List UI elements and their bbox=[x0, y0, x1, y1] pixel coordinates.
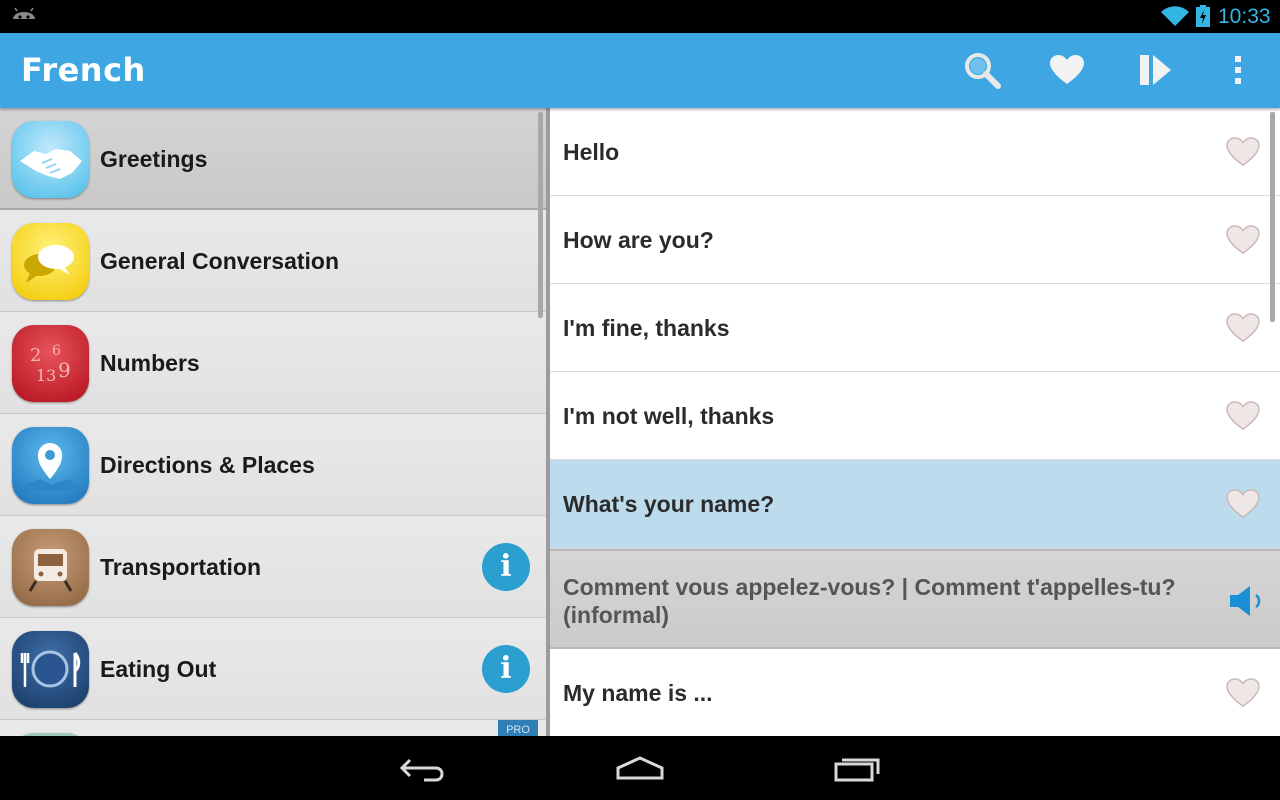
favorites-button[interactable] bbox=[1045, 48, 1089, 92]
phrase-text: I'm not well, thanks bbox=[563, 403, 775, 429]
favorite-heart-icon[interactable] bbox=[1226, 225, 1260, 255]
phrase-text: My name is ... bbox=[563, 680, 713, 706]
category-item-eating-out[interactable]: Eating Out i bbox=[0, 618, 548, 720]
favorite-heart-icon[interactable] bbox=[1226, 401, 1260, 431]
category-label: Transportation bbox=[100, 554, 262, 580]
favorites-heart-icon bbox=[1050, 55, 1084, 84]
category-label: General Conversation bbox=[100, 248, 340, 274]
translation-text: Comment vous appelez-vous? | Comment t'a… bbox=[563, 574, 1176, 628]
category-item-general-conversation[interactable]: General Conversation bbox=[0, 210, 548, 312]
app-title: French bbox=[21, 51, 146, 89]
train-icon bbox=[12, 529, 89, 606]
phrase-text: Hello bbox=[563, 139, 620, 165]
category-label: Greetings bbox=[100, 146, 208, 172]
speech-bubbles-icon bbox=[12, 223, 89, 300]
category-label: Directions & Places bbox=[100, 452, 315, 478]
favorite-heart-icon[interactable] bbox=[1226, 489, 1260, 519]
phrase-text: How are you? bbox=[563, 227, 714, 253]
android-icon bbox=[13, 7, 35, 26]
translation-panel[interactable]: Comment vous appelez-vous? | Comment t'a… bbox=[550, 549, 1280, 649]
category-list: Greetings General Conversation 2 6 13 9 … bbox=[0, 108, 548, 736]
info-button[interactable]: i bbox=[482, 645, 530, 693]
favorite-heart-icon[interactable] bbox=[1226, 313, 1260, 343]
search-button[interactable] bbox=[960, 48, 1004, 92]
svg-text:6: 6 bbox=[52, 343, 61, 359]
wifi-icon bbox=[1161, 6, 1189, 27]
category-label: Numbers bbox=[100, 350, 200, 376]
status-time: 10:33 bbox=[1218, 5, 1271, 28]
system-nav-bar bbox=[0, 736, 1280, 800]
phrase-scrollbar[interactable] bbox=[1270, 112, 1275, 322]
phrase-text: I'm fine, thanks bbox=[563, 315, 730, 341]
back-icon[interactable] bbox=[394, 750, 454, 786]
category-scrollbar[interactable] bbox=[538, 112, 543, 318]
svg-text:13: 13 bbox=[36, 366, 56, 385]
numbers-icon: 2 6 13 9 bbox=[12, 325, 89, 402]
battery-icon bbox=[1196, 5, 1210, 27]
search-icon bbox=[965, 53, 1001, 89]
category-item-partial[interactable] bbox=[0, 720, 548, 736]
map-pin-icon bbox=[12, 427, 89, 504]
phrase-item[interactable]: My name is ... bbox=[550, 649, 1280, 736]
category-item-directions-places[interactable]: Directions & Places bbox=[0, 414, 548, 516]
phrase-item[interactable]: I'm fine, thanks bbox=[550, 284, 1280, 372]
play-icon bbox=[1140, 55, 1171, 85]
action-bar: French bbox=[0, 33, 1280, 108]
category-item-numbers[interactable]: 2 6 13 9 Numbers bbox=[0, 312, 548, 414]
recent-apps-icon[interactable] bbox=[828, 750, 888, 786]
phrase-item[interactable]: Hello bbox=[550, 108, 1280, 196]
home-icon[interactable] bbox=[610, 750, 670, 786]
phrase-list: Hello How are you? I'm fine, thanks I'm … bbox=[550, 108, 1280, 736]
overflow-menu-icon bbox=[1235, 56, 1241, 84]
phrase-item[interactable]: I'm not well, thanks bbox=[550, 372, 1280, 460]
pro-badge[interactable]: PRO bbox=[498, 720, 538, 736]
phrase-text: What's your name? bbox=[563, 491, 775, 517]
favorite-heart-icon[interactable] bbox=[1226, 137, 1260, 167]
phrase-item[interactable]: How are you? bbox=[550, 196, 1280, 284]
category-label: Eating Out bbox=[100, 656, 217, 682]
favorite-heart-icon[interactable] bbox=[1226, 678, 1260, 708]
category-item-transportation[interactable]: Transportation i bbox=[0, 516, 548, 618]
phrase-item-selected[interactable]: What's your name? bbox=[550, 460, 1280, 549]
info-button[interactable]: i bbox=[482, 543, 530, 591]
status-bar: 10:33 bbox=[0, 0, 1280, 33]
speaker-icon[interactable] bbox=[1228, 584, 1266, 618]
svg-text:2: 2 bbox=[30, 345, 41, 366]
play-button[interactable] bbox=[1133, 48, 1177, 92]
category-item-greetings[interactable]: Greetings bbox=[0, 108, 548, 210]
plate-cutlery-icon bbox=[12, 631, 89, 708]
handshake-icon bbox=[12, 121, 89, 198]
svg-text:9: 9 bbox=[58, 358, 71, 382]
overflow-menu-button[interactable] bbox=[1216, 48, 1260, 92]
